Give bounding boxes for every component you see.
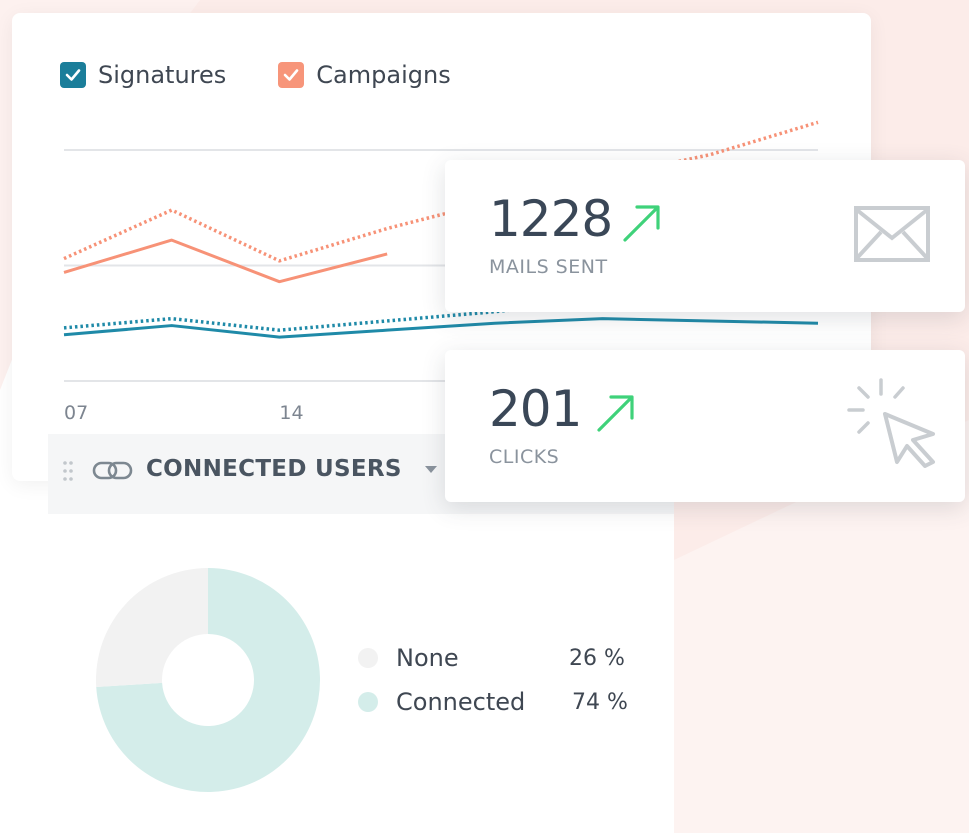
signatures-checkbox[interactable] bbox=[60, 62, 86, 88]
x-tick-label: 14 bbox=[279, 402, 303, 424]
check-icon bbox=[283, 69, 299, 81]
pie-legend-item-none: None bbox=[358, 644, 459, 672]
clicks-label: CLICKS bbox=[489, 446, 560, 468]
x-tick-label: 07 bbox=[64, 402, 88, 424]
series-line-campaigns-solid bbox=[63, 238, 388, 284]
chart-legend: Signatures Campaigns bbox=[60, 61, 503, 89]
pie-label-none: None bbox=[396, 644, 459, 672]
legend-dot bbox=[358, 648, 378, 668]
mails-sent-label: MAILS SENT bbox=[489, 256, 608, 278]
mails-sent-card: 1228 MAILS SENT bbox=[445, 160, 965, 312]
check-icon bbox=[65, 69, 81, 81]
donut-chart bbox=[96, 568, 320, 792]
mails-sent-value: 1228 bbox=[489, 190, 613, 248]
up-arrow-icon bbox=[597, 395, 634, 432]
clicks-value: 201 bbox=[489, 380, 582, 438]
widget-title: CONNECTED USERS bbox=[146, 456, 402, 482]
chevron-down-icon[interactable] bbox=[424, 464, 438, 474]
pie-slice-none bbox=[96, 568, 208, 688]
pie-percent-connected: 74 % bbox=[572, 690, 628, 715]
up-arrow-icon bbox=[623, 205, 660, 242]
link-icon bbox=[92, 461, 133, 480]
pie-legend-item-connected: Connected bbox=[358, 688, 525, 716]
legend-item-signatures[interactable]: Signatures bbox=[60, 61, 226, 89]
drag-handle-icon[interactable] bbox=[62, 460, 74, 482]
legend-item-campaigns[interactable]: Campaigns bbox=[278, 61, 451, 89]
series-line-signatures-solid bbox=[63, 317, 819, 339]
legend-label-signatures: Signatures bbox=[98, 61, 227, 89]
legend-dot bbox=[358, 692, 378, 712]
cursor-click-icon bbox=[847, 378, 935, 468]
pie-label-connected: Connected bbox=[396, 688, 526, 716]
campaigns-checkbox[interactable] bbox=[278, 62, 305, 88]
clicks-card: 201 CLICKS bbox=[445, 350, 965, 502]
legend-label-campaigns: Campaigns bbox=[316, 61, 451, 89]
envelope-icon bbox=[854, 206, 930, 262]
pie-percent-none: 26 % bbox=[569, 646, 625, 671]
